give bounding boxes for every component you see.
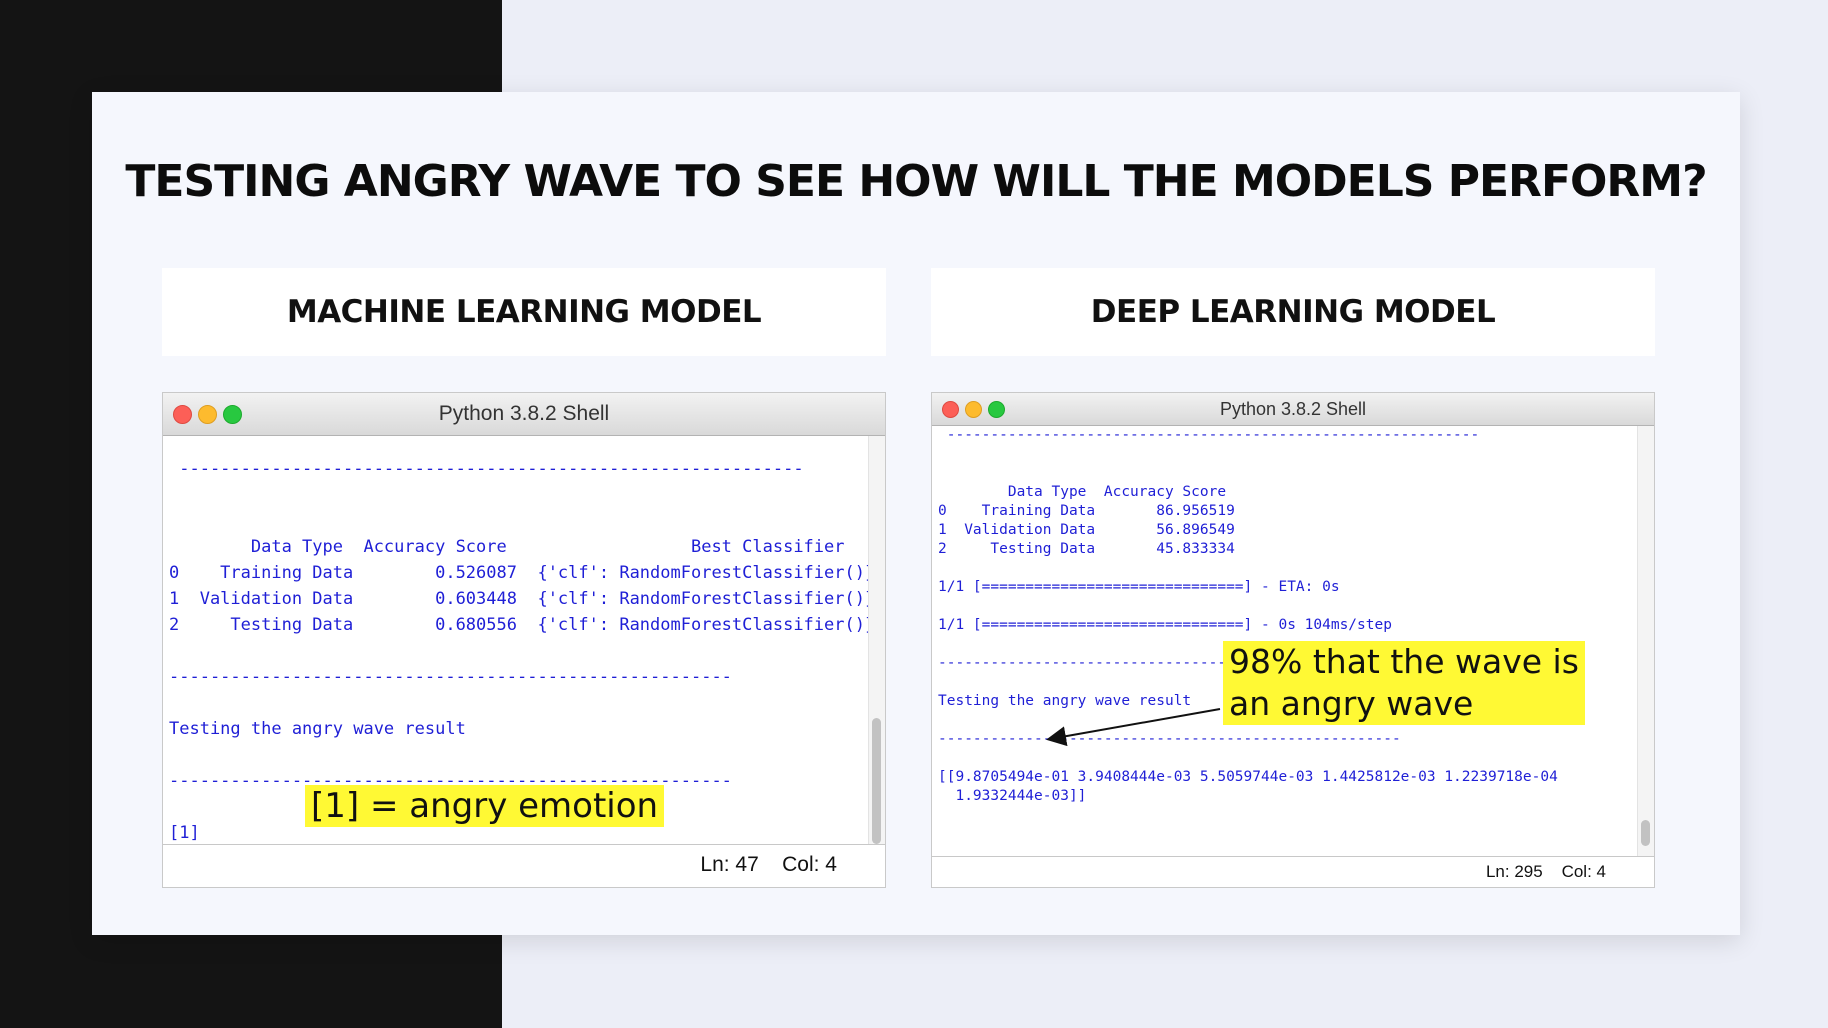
ml-status-text: Ln: 47 Col: 4 [700, 853, 837, 876]
ml-shell-window: Python 3.8.2 Shell ---------------------… [162, 392, 886, 888]
ml-panel-header: MACHINE LEARNING MODEL [162, 268, 886, 356]
ml-scrollbar-thumb[interactable] [872, 718, 881, 844]
ml-annotation: [1] = angry emotion [305, 785, 665, 827]
slide: TESTING ANGRY WAVE TO SEE HOW WILL THE M… [92, 92, 1740, 935]
ml-console-output[interactable]: ----------------------------------------… [163, 436, 869, 845]
dl-panel-header: DEEP LEARNING MODEL [931, 268, 1655, 356]
ml-window-title: Python 3.8.2 Shell [438, 402, 610, 425]
ml-status-bar: Ln: 47 Col: 4 [163, 844, 885, 887]
ml-window-titlebar[interactable]: Python 3.8.2 Shell [163, 393, 885, 436]
ml-scrollbar[interactable] [868, 436, 885, 845]
slide-title: TESTING ANGRY WAVE TO SEE HOW WILL THE M… [125, 156, 1707, 207]
dl-shell-window: Python 3.8.2 Shell ---------------------… [931, 392, 1655, 888]
annotation-arrow [1046, 708, 1221, 747]
